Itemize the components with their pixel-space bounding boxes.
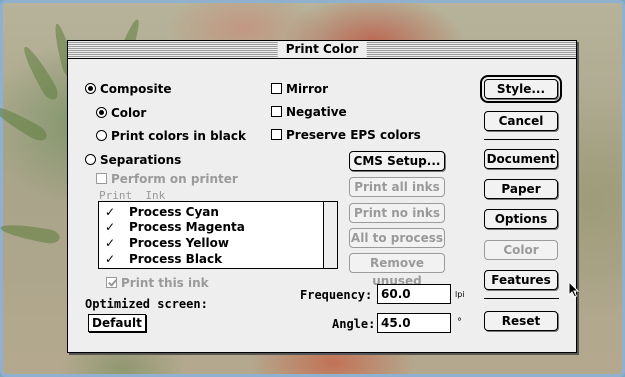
foliage: [0, 101, 50, 145]
list-item[interactable]: ✓ Process Magenta: [105, 220, 245, 234]
separations-radio[interactable]: Separations: [85, 153, 181, 167]
cms-setup-button[interactable]: CMS Setup...: [349, 151, 445, 171]
print-no-inks-button[interactable]: Print no inks: [349, 203, 445, 223]
color-radio[interactable]: Color: [96, 106, 146, 120]
divider: [484, 139, 559, 140]
list-item[interactable]: ✓ Process Yellow: [105, 236, 229, 250]
paper-button[interactable]: Paper: [484, 179, 558, 199]
checkbox-icon: [271, 106, 282, 117]
mirror-label: Mirror: [286, 82, 329, 96]
features-button[interactable]: Features: [484, 270, 558, 290]
print-this-ink-checkbox[interactable]: Print this ink: [106, 276, 209, 290]
print-color-dialog: Print Color Composite Color Print colors…: [67, 40, 577, 353]
print-colors-in-black-radio[interactable]: Print colors in black: [96, 129, 246, 143]
angle-field[interactable]: 45.0: [377, 313, 451, 333]
divider: [484, 298, 559, 299]
optimized-screen-value: Default: [92, 316, 142, 330]
angle-label: Angle:: [332, 317, 376, 331]
options-button[interactable]: Options: [484, 209, 558, 229]
ink-list[interactable]: ✓ Process Cyan ✓ Process Magenta ✓ Process …: [98, 201, 338, 269]
print-this-ink-label: Print this ink: [121, 276, 209, 290]
document-button[interactable]: Document: [484, 149, 558, 169]
checkbox-checked-icon: [106, 277, 117, 288]
style-button[interactable]: Style...: [480, 75, 562, 103]
radio-unselected-icon: [96, 130, 107, 141]
perform-on-printer-checkbox[interactable]: Perform on printer: [96, 172, 238, 186]
frequency-label: Frequency:: [300, 288, 373, 302]
dialog-title: Print Color: [277, 42, 367, 57]
checkmark-icon: ✓: [105, 236, 116, 250]
perform-on-printer-label: Perform on printer: [111, 172, 238, 186]
ink-name: Process Yellow: [129, 236, 229, 250]
print-colors-in-black-label: Print colors in black: [111, 129, 246, 143]
checkbox-icon: [96, 173, 107, 184]
mirror-checkbox[interactable]: Mirror: [271, 82, 328, 96]
optimized-screen-popup[interactable]: Default: [88, 314, 146, 332]
checkbox-icon: [271, 129, 282, 140]
composite-radio[interactable]: Composite: [85, 82, 172, 96]
mouse-pointer-icon: [568, 281, 580, 298]
checkmark-icon: ✓: [105, 252, 116, 266]
radio-selected-icon: [96, 107, 107, 118]
ink-name: Process Cyan: [129, 205, 219, 219]
dialog-titlebar[interactable]: Print Color: [68, 41, 576, 59]
checkbox-icon: [271, 83, 282, 94]
foliage: [18, 43, 62, 103]
separations-label: Separations: [100, 153, 182, 167]
ink-name: Process Black: [129, 252, 223, 266]
print-all-inks-button[interactable]: Print all inks: [349, 177, 445, 197]
radio-unselected-icon: [85, 154, 96, 165]
preserve-eps-colors-label: Preserve EPS colors: [286, 128, 421, 142]
color-label: Color: [111, 106, 147, 120]
radio-selected-icon: [85, 83, 96, 94]
negative-checkbox[interactable]: Negative: [271, 105, 347, 119]
cancel-button[interactable]: Cancel: [484, 111, 558, 131]
ink-list-scrollbar[interactable]: [323, 202, 337, 268]
composite-label: Composite: [100, 82, 172, 96]
optimized-screen-label: Optimized screen:: [85, 297, 208, 311]
frequency-unit: lpi: [455, 290, 465, 299]
remove-unused-button[interactable]: Remove unused: [349, 253, 445, 288]
ink-name: Process Magenta: [129, 220, 245, 234]
reset-button[interactable]: Reset: [484, 311, 558, 331]
checkmark-icon: ✓: [105, 205, 116, 219]
angle-unit: °: [457, 317, 462, 328]
foliage: [0, 220, 61, 246]
list-item[interactable]: ✓ Process Black: [105, 252, 222, 266]
frequency-field[interactable]: 60.0: [377, 284, 451, 304]
checkmark-icon: ✓: [105, 220, 116, 234]
all-to-process-button[interactable]: All to process: [349, 228, 445, 248]
negative-label: Negative: [286, 105, 347, 119]
list-item[interactable]: ✓ Process Cyan: [105, 205, 219, 219]
preserve-eps-colors-checkbox[interactable]: Preserve EPS colors: [271, 128, 421, 142]
color-button[interactable]: Color: [484, 240, 558, 260]
